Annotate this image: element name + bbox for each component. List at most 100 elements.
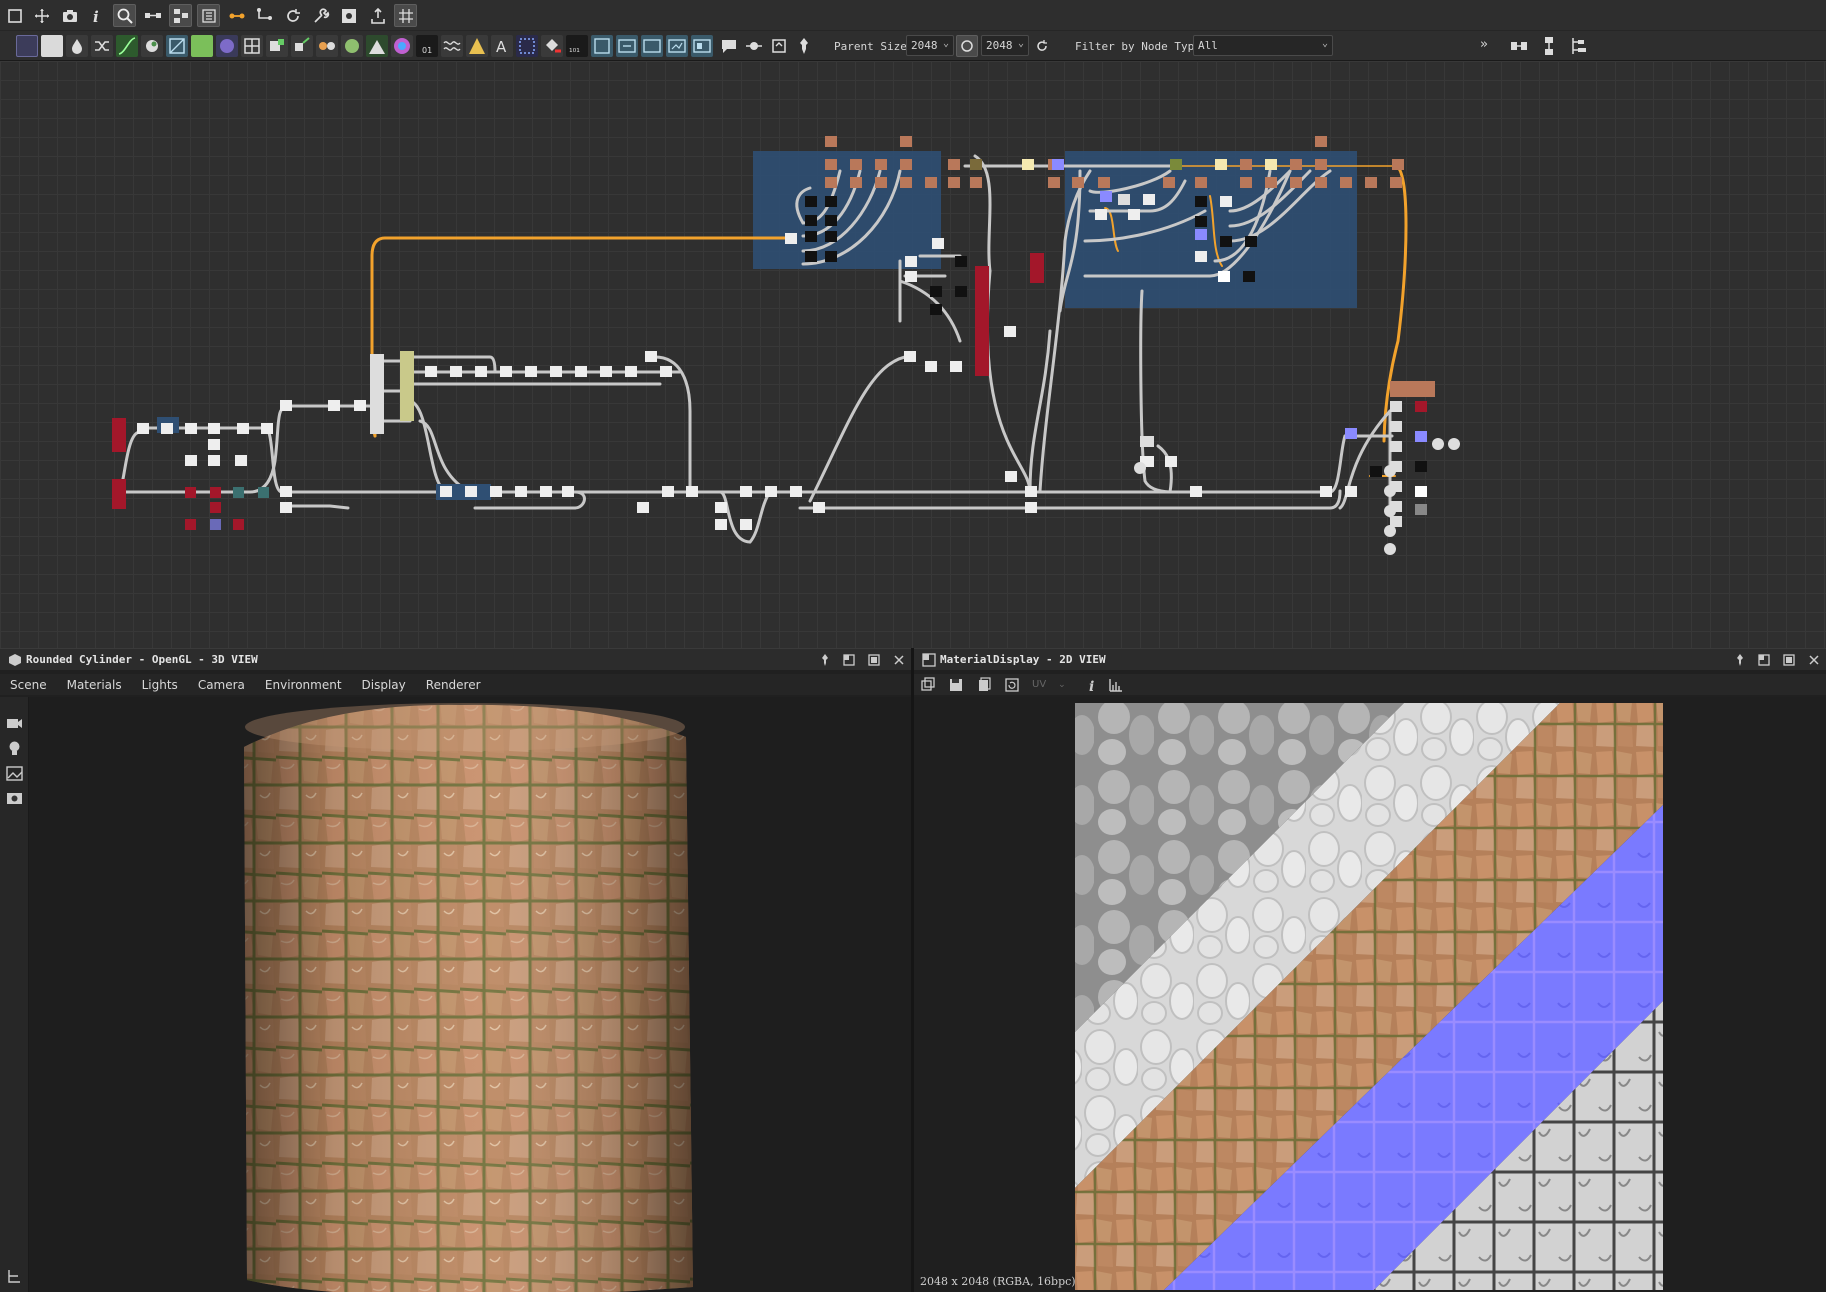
parent-size-height-select[interactable]: 2048 ⌄ xyxy=(981,35,1029,56)
graph-input-icon[interactable] xyxy=(691,35,713,57)
viewport-2d[interactable] xyxy=(914,697,1826,1292)
distribute-icon[interactable] xyxy=(1568,35,1590,57)
camera-icon[interactable] xyxy=(5,714,24,733)
filter-value: All xyxy=(1198,39,1218,52)
info-icon[interactable]: i xyxy=(1084,677,1100,693)
frame-all-icon[interactable] xyxy=(3,4,26,27)
close-icon[interactable] xyxy=(1807,653,1821,667)
output-node-icon[interactable] xyxy=(616,35,638,57)
chevron-down-icon: ⌄ xyxy=(1321,38,1328,49)
hsl-icon[interactable] xyxy=(341,35,363,57)
frame-node-icon[interactable] xyxy=(768,35,790,57)
search-icon[interactable] xyxy=(113,4,136,27)
filter-label: Filter by Node Type xyxy=(1075,40,1201,53)
viewport-3d[interactable] xyxy=(0,697,911,1292)
material-display-image[interactable] xyxy=(914,697,1826,1292)
reset-size-icon[interactable] xyxy=(1031,35,1053,57)
scene-tree-icon[interactable] xyxy=(5,1267,24,1286)
menu-display[interactable]: Display xyxy=(362,678,406,692)
panel-3d-titlebar: Rounded Cylinder - OpenGL - 3D VIEW xyxy=(0,648,911,670)
fx-map-icon[interactable] xyxy=(266,35,288,57)
light-bulb-icon[interactable] xyxy=(5,739,24,758)
align-vertical-icon[interactable] xyxy=(1538,35,1560,57)
viewport-3d-toolbar xyxy=(0,697,29,1292)
pin-icon[interactable] xyxy=(793,35,815,57)
pin-node-icon[interactable] xyxy=(743,35,765,57)
chevron-down-icon[interactable]: ⌄ xyxy=(1058,680,1066,690)
node-graph-canvas[interactable] xyxy=(0,61,1826,648)
menu-renderer[interactable]: Renderer xyxy=(426,678,481,692)
pixel-processor-icon[interactable] xyxy=(291,35,313,57)
brush-icon[interactable] xyxy=(141,35,163,57)
align-icon[interactable] xyxy=(197,4,220,27)
menu-environment[interactable]: Environment xyxy=(265,678,342,692)
gradient-map-icon[interactable] xyxy=(191,35,213,57)
input-node-icon[interactable] xyxy=(641,35,663,57)
uv-toggle[interactable]: UV xyxy=(1032,679,1046,690)
float-window-icon[interactable] xyxy=(842,653,856,667)
normal-icon[interactable] xyxy=(591,35,613,57)
wrench-icon[interactable] xyxy=(309,4,332,27)
graph-output-icon[interactable] xyxy=(666,35,688,57)
pin-icon[interactable] xyxy=(818,653,832,667)
selection-icon[interactable] xyxy=(516,35,538,57)
sphere-icon[interactable] xyxy=(216,35,238,57)
graph-frame[interactable] xyxy=(1065,151,1357,308)
maximize-icon[interactable] xyxy=(867,653,881,667)
save-icon[interactable] xyxy=(948,677,964,693)
parent-size-width-select[interactable]: 2048 ⌄ xyxy=(906,35,954,56)
cylinder-render[interactable] xyxy=(0,697,911,1292)
noise-icon[interactable]: 01 xyxy=(416,35,438,57)
svg-text:i: i xyxy=(93,8,99,25)
float-window-icon[interactable] xyxy=(1757,653,1771,667)
camera-icon[interactable] xyxy=(58,4,81,27)
environment-icon[interactable] xyxy=(5,764,24,783)
toolbar-overflow-icon[interactable]: » xyxy=(1480,37,1488,52)
pin-icon[interactable] xyxy=(1733,653,1747,667)
shuffle-icon[interactable] xyxy=(91,35,113,57)
image-export-icon[interactable] xyxy=(337,4,360,27)
align-horizontal-icon[interactable] xyxy=(1508,35,1530,57)
copy-view-icon[interactable] xyxy=(920,676,936,693)
levels-icon[interactable] xyxy=(316,35,338,57)
histogram-icon[interactable] xyxy=(366,35,388,57)
binary-icon[interactable]: ₁₀₁ xyxy=(566,35,588,57)
pan-icon[interactable] xyxy=(30,4,53,27)
refresh-view-icon[interactable] xyxy=(1004,677,1020,693)
color-wheel-icon[interactable] xyxy=(391,35,413,57)
uniform-color-icon[interactable] xyxy=(41,35,63,57)
menu-lights[interactable]: Lights xyxy=(142,678,178,692)
wire-bend-icon[interactable] xyxy=(253,4,276,27)
render-settings-icon[interactable] xyxy=(5,789,24,808)
comment-icon[interactable] xyxy=(718,35,740,57)
graph-layout-icon[interactable] xyxy=(169,4,192,27)
fill-icon[interactable] xyxy=(541,35,563,57)
filter-node-type-select[interactable]: All ⌄ xyxy=(1193,35,1333,56)
tile-grid-icon[interactable] xyxy=(241,35,263,57)
menu-materials[interactable]: Materials xyxy=(67,678,122,692)
menu-scene[interactable]: Scene xyxy=(10,678,47,692)
bevel-icon[interactable] xyxy=(466,35,488,57)
upload-icon[interactable] xyxy=(366,4,389,27)
chevron-down-icon: ⌄ xyxy=(1017,38,1024,49)
svg-text:i: i xyxy=(1089,679,1094,693)
link-nodes-icon[interactable] xyxy=(141,4,164,27)
text-icon[interactable]: A xyxy=(491,35,513,57)
transform-icon[interactable] xyxy=(166,35,188,57)
link-size-icon[interactable] xyxy=(956,35,978,57)
grid-snap-icon[interactable] xyxy=(394,4,417,27)
warp-icon[interactable] xyxy=(441,35,463,57)
bitmap-node-icon[interactable] xyxy=(16,35,38,57)
copy-clipboard-icon[interactable] xyxy=(976,676,992,693)
maximize-icon[interactable] xyxy=(1782,653,1796,667)
connect-orange-icon[interactable] xyxy=(225,4,248,27)
node-graph-svg[interactable] xyxy=(0,61,1826,648)
parent-size-width-value: 2048 xyxy=(911,39,938,52)
menu-camera[interactable]: Camera xyxy=(198,678,245,692)
info-icon[interactable]: i xyxy=(86,4,109,27)
curve-icon[interactable] xyxy=(116,35,138,57)
blend-drop-icon[interactable] xyxy=(66,35,88,57)
histogram-icon[interactable] xyxy=(1108,677,1124,693)
close-icon[interactable] xyxy=(892,653,906,667)
refresh-icon[interactable] xyxy=(281,4,304,27)
